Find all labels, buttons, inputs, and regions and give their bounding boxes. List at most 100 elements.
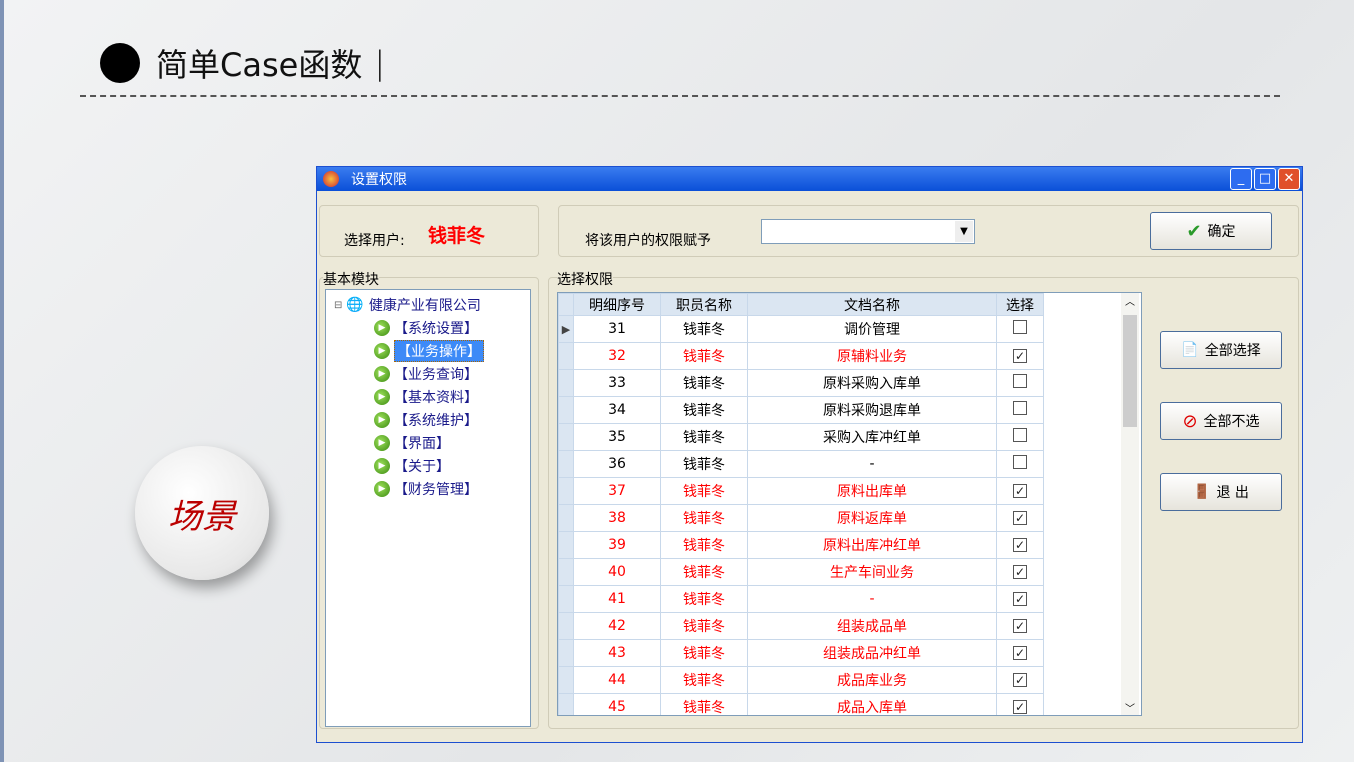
- user-label: 选择用户:: [344, 233, 405, 249]
- table-row[interactable]: 44 钱菲冬 成品库业务 ✓: [558, 666, 1044, 694]
- table-row[interactable]: 43 钱菲冬 组装成品冲红单 ✓: [558, 639, 1044, 667]
- document-cell: -: [747, 585, 997, 613]
- select-checkbox[interactable]: ✓: [1013, 565, 1027, 579]
- play-icon: ▶: [374, 343, 390, 359]
- select-checkbox[interactable]: [1013, 455, 1027, 469]
- tree-item[interactable]: ▶ 【系统维护】: [374, 409, 478, 431]
- slide-title-text: 简单Case函数: [156, 46, 363, 84]
- select-checkbox[interactable]: [1013, 401, 1027, 415]
- document-cell: 调价管理: [747, 315, 997, 343]
- select-checkbox[interactable]: ✓: [1013, 484, 1027, 498]
- tree-root[interactable]: ⊟ 🌐 健康产业有限公司: [334, 294, 481, 316]
- tree-item[interactable]: ▶ 【业务操作】: [374, 340, 484, 362]
- exit-button[interactable]: 🚪 退 出: [1160, 473, 1282, 511]
- tree-item[interactable]: ▶ 【关于】: [374, 455, 450, 477]
- tree-item-label: 【系统维护】: [394, 413, 478, 429]
- scroll-down-icon[interactable]: ﹀: [1121, 700, 1139, 715]
- table-row[interactable]: 41 钱菲冬 - ✓: [558, 585, 1044, 613]
- maximize-button[interactable]: □: [1254, 168, 1276, 190]
- scroll-up-icon[interactable]: ︿: [1121, 293, 1139, 308]
- table-row[interactable]: ▶ 31 钱菲冬 调价管理: [558, 315, 1044, 343]
- select-cell: ✓: [996, 612, 1044, 640]
- select-checkbox[interactable]: [1013, 374, 1027, 388]
- tree-item-label: 【界面】: [394, 436, 450, 452]
- vertical-scrollbar[interactable]: ︿ ﹀: [1121, 293, 1139, 715]
- select-checkbox[interactable]: ✓: [1013, 592, 1027, 606]
- select-checkbox[interactable]: ✓: [1013, 511, 1027, 525]
- select-checkbox[interactable]: ✓: [1013, 349, 1027, 363]
- seq-cell: 36: [573, 450, 661, 478]
- column-header[interactable]: 文档名称: [747, 293, 997, 316]
- select-all-button[interactable]: 📄 全部选择: [1160, 331, 1282, 369]
- select-checkbox[interactable]: [1013, 428, 1027, 442]
- table-row[interactable]: 45 钱菲冬 成品入库单 ✓: [558, 693, 1044, 715]
- select-none-button[interactable]: ⊘ 全部不选: [1160, 402, 1282, 440]
- select-checkbox[interactable]: ✓: [1013, 538, 1027, 552]
- scroll-thumb[interactable]: [1123, 315, 1137, 427]
- employee-cell: 钱菲冬: [660, 558, 748, 586]
- assign-label: 将该用户的权限赋予: [585, 233, 711, 249]
- select-checkbox[interactable]: ✓: [1013, 619, 1027, 633]
- tree-item[interactable]: ▶ 【业务查询】: [374, 363, 478, 385]
- select-cell: [996, 396, 1044, 424]
- select-cell: ✓: [996, 558, 1044, 586]
- table-row[interactable]: 39 钱菲冬 原料出库冲红单 ✓: [558, 531, 1044, 559]
- ok-button[interactable]: ✔ 确定: [1150, 212, 1272, 250]
- tree-item[interactable]: ▶ 【基本资料】: [374, 386, 478, 408]
- table-row[interactable]: 42 钱菲冬 组装成品单 ✓: [558, 612, 1044, 640]
- scene-label: 场景: [168, 496, 236, 537]
- select-checkbox[interactable]: [1013, 320, 1027, 334]
- table-row[interactable]: 36 钱菲冬 -: [558, 450, 1044, 478]
- table-row[interactable]: 37 钱菲冬 原料出库单 ✓: [558, 477, 1044, 505]
- document-cell: 原料出库冲红单: [747, 531, 997, 559]
- play-icon: ▶: [374, 366, 390, 382]
- table-row[interactable]: 38 钱菲冬 原料返库单 ✓: [558, 504, 1044, 532]
- select-cell: ✓: [996, 504, 1044, 532]
- permission-label: 选择权限: [557, 269, 613, 289]
- window-title: 设置权限: [351, 172, 407, 188]
- table-row[interactable]: 34 钱菲冬 原料采购退库单: [558, 396, 1044, 424]
- document-cell: 组装成品单: [747, 612, 997, 640]
- seq-cell: 45: [573, 693, 661, 715]
- table-row[interactable]: 35 钱菲冬 采购入库冲红单: [558, 423, 1044, 451]
- select-cell: [996, 450, 1044, 478]
- document-cell: 组装成品冲红单: [747, 639, 997, 667]
- employee-cell: 钱菲冬: [660, 666, 748, 694]
- tree-item[interactable]: ▶ 【界面】: [374, 432, 450, 454]
- select-checkbox[interactable]: ✓: [1013, 700, 1027, 714]
- prohibited-icon: ⊘: [1182, 410, 1198, 432]
- slide-title: 简单Case函数 |: [100, 40, 385, 86]
- select-cell: ✓: [996, 666, 1044, 694]
- minimize-button[interactable]: _: [1230, 168, 1252, 190]
- title-bar[interactable]: 设置权限 _ □ ✕: [317, 167, 1302, 191]
- tree-item[interactable]: ▶ 【系统设置】: [374, 317, 478, 339]
- exit-door-icon: 🚪: [1193, 484, 1211, 500]
- column-header[interactable]: 职员名称: [660, 293, 748, 316]
- document-cell: 原料采购退库单: [747, 396, 997, 424]
- select-cell: [996, 369, 1044, 397]
- employee-cell: 钱菲冬: [660, 585, 748, 613]
- close-button[interactable]: ✕: [1278, 168, 1300, 190]
- collapse-icon[interactable]: ⊟: [334, 300, 342, 311]
- select-cell: ✓: [996, 693, 1044, 715]
- document-icon: 📄: [1181, 342, 1199, 358]
- employee-cell: 钱菲冬: [660, 423, 748, 451]
- play-icon: ▶: [374, 481, 390, 497]
- table-row[interactable]: 33 钱菲冬 原料采购入库单: [558, 369, 1044, 397]
- seq-cell: 41: [573, 585, 661, 613]
- column-header[interactable]: 明细序号: [573, 293, 661, 316]
- assign-user-select[interactable]: ▼: [761, 219, 975, 244]
- select-checkbox[interactable]: ✓: [1013, 673, 1027, 687]
- table-row[interactable]: 40 钱菲冬 生产车间业务 ✓: [558, 558, 1044, 586]
- chevron-down-icon[interactable]: ▼: [955, 221, 973, 242]
- document-cell: 原料出库单: [747, 477, 997, 505]
- column-header[interactable]: 选择: [996, 293, 1044, 316]
- table-row[interactable]: 32 钱菲冬 原辅料业务 ✓: [558, 342, 1044, 370]
- employee-cell: 钱菲冬: [660, 504, 748, 532]
- module-tree[interactable]: ⊟ 🌐 健康产业有限公司 ▶ 【系统设置】 ▶ 【业务操作】 ▶ 【业务查询】 ▶ 【基本资料】 ▶…: [325, 289, 531, 727]
- tree-item-label: 【财务管理】: [394, 482, 478, 498]
- select-checkbox[interactable]: ✓: [1013, 646, 1027, 660]
- select-cell: ✓: [996, 639, 1044, 667]
- seq-cell: 44: [573, 666, 661, 694]
- tree-item[interactable]: ▶ 【财务管理】: [374, 478, 478, 500]
